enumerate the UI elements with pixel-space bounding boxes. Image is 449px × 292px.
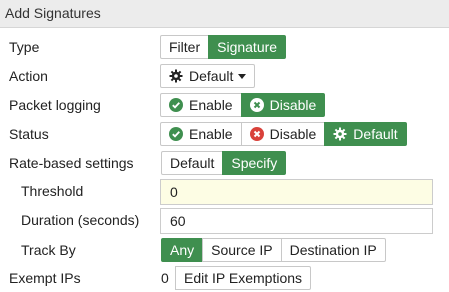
exempt-ips-label: Exempt IPs xyxy=(9,270,81,286)
track-by-destination-ip-button[interactable]: Destination IP xyxy=(280,238,386,262)
gear-icon xyxy=(169,69,183,83)
rate-based-default-button[interactable]: Default xyxy=(161,151,224,175)
duration-row: Duration (seconds) 60 xyxy=(0,208,449,234)
rate-based-toggle: Default Specify xyxy=(161,151,287,175)
check-circle-icon xyxy=(169,98,183,112)
x-circle-icon xyxy=(249,127,264,141)
exempt-ips-count: 0 xyxy=(161,270,169,286)
track-by-source-ip-button[interactable]: Source IP xyxy=(202,238,282,262)
threshold-row: Threshold 0 xyxy=(0,179,449,205)
action-value: Default xyxy=(189,68,234,84)
rate-based-row: Rate-based settings Default Specify xyxy=(0,151,449,177)
status-default-button[interactable]: Default xyxy=(324,122,407,146)
type-toggle: Filter Signature xyxy=(160,35,287,59)
exempt-ips-row: Exempt IPs 0 Edit IP Exemptions xyxy=(0,266,449,292)
exempt-ips-group: Edit IP Exemptions xyxy=(175,266,312,290)
action-dropdown[interactable]: Default xyxy=(160,64,256,88)
status-row: Status Enable Disable Default xyxy=(0,122,449,148)
rate-based-label: Rate-based settings xyxy=(9,155,134,171)
threshold-label: Threshold xyxy=(21,183,84,199)
status-disable-button[interactable]: Disable xyxy=(240,122,326,146)
status-toggle: Enable Disable Default xyxy=(160,122,407,146)
track-by-row: Track By Any Source IP Destination IP xyxy=(0,238,449,264)
type-signature-button[interactable]: Signature xyxy=(208,35,287,59)
action-label: Action xyxy=(9,68,48,84)
dialog-title: Add Signatures xyxy=(0,0,449,28)
type-row: Type Filter Signature xyxy=(0,35,449,61)
packet-logging-row: Packet logging Enable Disable xyxy=(0,93,449,119)
status-enable-button[interactable]: Enable xyxy=(160,122,242,146)
status-label: Status xyxy=(9,126,49,142)
gear-icon xyxy=(333,127,347,141)
packet-logging-label: Packet logging xyxy=(9,97,101,113)
packet-logging-toggle: Enable Disable xyxy=(160,93,326,117)
type-filter-button[interactable]: Filter xyxy=(160,35,210,59)
dialog-title-text: Add Signatures xyxy=(5,5,101,21)
action-row: Action Default xyxy=(0,64,449,90)
x-circle-icon xyxy=(249,98,264,112)
track-by-toggle: Any Source IP Destination IP xyxy=(161,238,386,262)
check-circle-icon xyxy=(169,127,183,141)
rate-based-specify-button[interactable]: Specify xyxy=(222,151,287,175)
duration-label: Duration (seconds) xyxy=(21,212,140,228)
track-by-label: Track By xyxy=(21,242,76,258)
threshold-input[interactable]: 0 xyxy=(160,179,433,205)
edit-ip-exemptions-button[interactable]: Edit IP Exemptions xyxy=(175,266,312,290)
duration-input[interactable]: 60 xyxy=(160,208,433,234)
packet-logging-disable-button[interactable]: Disable xyxy=(240,93,326,117)
chevron-down-icon xyxy=(238,73,247,79)
packet-logging-enable-button[interactable]: Enable xyxy=(160,93,242,117)
track-by-any-button[interactable]: Any xyxy=(161,238,204,262)
type-label: Type xyxy=(9,39,40,55)
